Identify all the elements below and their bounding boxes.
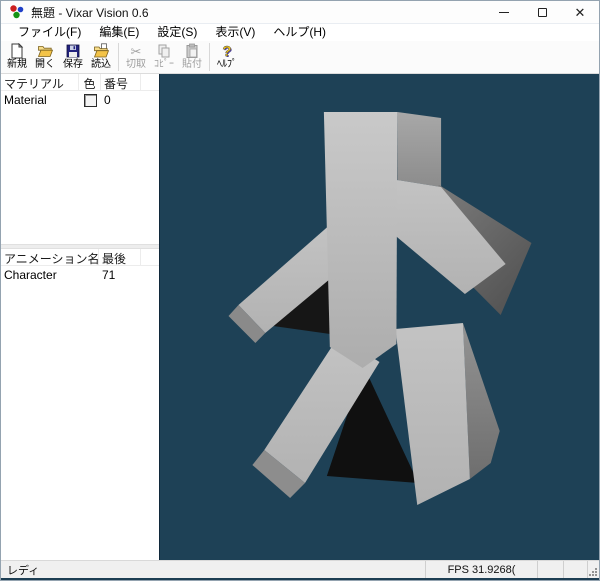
resize-grip[interactable]	[587, 561, 599, 578]
menu-view[interactable]: 表示(V)	[206, 24, 264, 41]
viewport-3d[interactable]	[159, 74, 599, 560]
svg-text:✂: ✂	[131, 44, 142, 59]
animation-header: アニメーション名 最後	[1, 249, 159, 266]
copy-label: ｺﾋﾟｰ	[154, 59, 174, 71]
figure-head-side-face	[397, 112, 441, 187]
window-controls: ✕	[485, 1, 599, 23]
material-panel: マテリアル 色 番号 Material 0	[1, 74, 159, 244]
cut-button[interactable]: ✂ 切取	[122, 41, 150, 73]
animation-name: Character	[1, 268, 99, 282]
material-column-number[interactable]: 番号	[101, 74, 141, 90]
toolbar-separator	[209, 43, 210, 71]
material-row[interactable]: Material 0	[1, 91, 159, 109]
material-column-name[interactable]: マテリアル	[1, 74, 79, 90]
status-bar: レディ FPS 31.9268(	[1, 560, 599, 578]
close-icon: ✕	[575, 6, 586, 19]
side-panel: マテリアル 色 番号 Material 0 アニメーション名	[1, 74, 159, 560]
material-color-cell[interactable]	[79, 94, 101, 107]
menu-file[interactable]: ファイル(F)	[9, 24, 90, 41]
status-cell-empty-2	[563, 561, 587, 578]
paste-clipboard-icon	[184, 43, 200, 59]
figure-torso-front-face	[324, 112, 397, 368]
save-label: 保存	[63, 59, 83, 71]
help-question-icon: ? ?	[219, 43, 235, 59]
new-button[interactable]: 新規	[3, 41, 31, 73]
open-folder-icon	[37, 43, 53, 59]
save-floppy-icon	[65, 43, 81, 59]
material-column-filler	[141, 74, 159, 90]
window-title: 無題 - Vixar Vision 0.6	[31, 4, 149, 21]
svg-text:?: ?	[222, 43, 231, 59]
menu-settings[interactable]: 設定(S)	[148, 24, 206, 41]
animation-column-last[interactable]: 最後	[99, 249, 141, 265]
minimize-button[interactable]	[485, 1, 523, 23]
load-label: 読込	[91, 59, 111, 71]
animation-column-filler	[141, 249, 159, 265]
material-number: 0	[101, 93, 141, 107]
copy-button[interactable]: ｺﾋﾟｰ	[150, 41, 178, 73]
help-button[interactable]: ? ? ﾍﾙﾌﾟ	[213, 41, 241, 73]
maximize-icon	[538, 8, 547, 17]
toolbar: 新規 開く 保存 読込	[1, 41, 599, 74]
status-ready-text: レディ	[1, 561, 425, 578]
toolbar-separator	[118, 43, 119, 71]
material-column-color[interactable]: 色	[79, 74, 101, 90]
new-label: 新規	[7, 59, 27, 71]
animation-panel: アニメーション名 最後 Character 71	[1, 249, 159, 560]
save-button[interactable]: 保存	[59, 41, 87, 73]
animation-row[interactable]: Character 71	[1, 266, 159, 284]
help-label: ﾍﾙﾌﾟ	[217, 59, 237, 71]
resize-grip-dots	[589, 568, 597, 576]
load-button[interactable]: 読込	[87, 41, 115, 73]
open-button[interactable]: 開く	[31, 41, 59, 73]
status-fps: FPS 31.9268(	[425, 561, 537, 578]
material-name: Material	[1, 93, 79, 107]
load-folder-icon	[93, 43, 109, 59]
humanoid-model	[160, 74, 599, 560]
paste-label: 貼付	[182, 59, 202, 71]
minimize-icon	[499, 12, 509, 13]
close-button[interactable]: ✕	[561, 1, 599, 23]
menu-edit[interactable]: 編集(E)	[90, 24, 148, 41]
animation-column-name[interactable]: アニメーション名	[1, 249, 99, 265]
new-document-icon	[9, 43, 25, 59]
maximize-button[interactable]	[523, 1, 561, 23]
material-header: マテリアル 色 番号	[1, 74, 159, 91]
cut-label: 切取	[126, 59, 146, 71]
open-label: 開く	[35, 59, 55, 71]
title-bar: 無題 - Vixar Vision 0.6 ✕	[1, 1, 599, 24]
cut-scissors-icon: ✂	[128, 43, 144, 59]
paste-button[interactable]: 貼付	[178, 41, 206, 73]
material-color-swatch[interactable]	[84, 94, 97, 107]
main-area: マテリアル 色 番号 Material 0 アニメーション名	[1, 74, 599, 560]
app-logo-icon	[9, 4, 25, 20]
menu-bar: ファイル(F) 編集(E) 設定(S) 表示(V) ヘルプ(H)	[1, 24, 599, 41]
animation-last: 71	[99, 268, 141, 282]
menu-help[interactable]: ヘルプ(H)	[264, 24, 335, 41]
app-window: 無題 - Vixar Vision 0.6 ✕ ファイル(F) 編集(E) 設定…	[0, 0, 600, 581]
copy-icon	[156, 43, 172, 59]
status-cell-empty-1	[537, 561, 563, 578]
